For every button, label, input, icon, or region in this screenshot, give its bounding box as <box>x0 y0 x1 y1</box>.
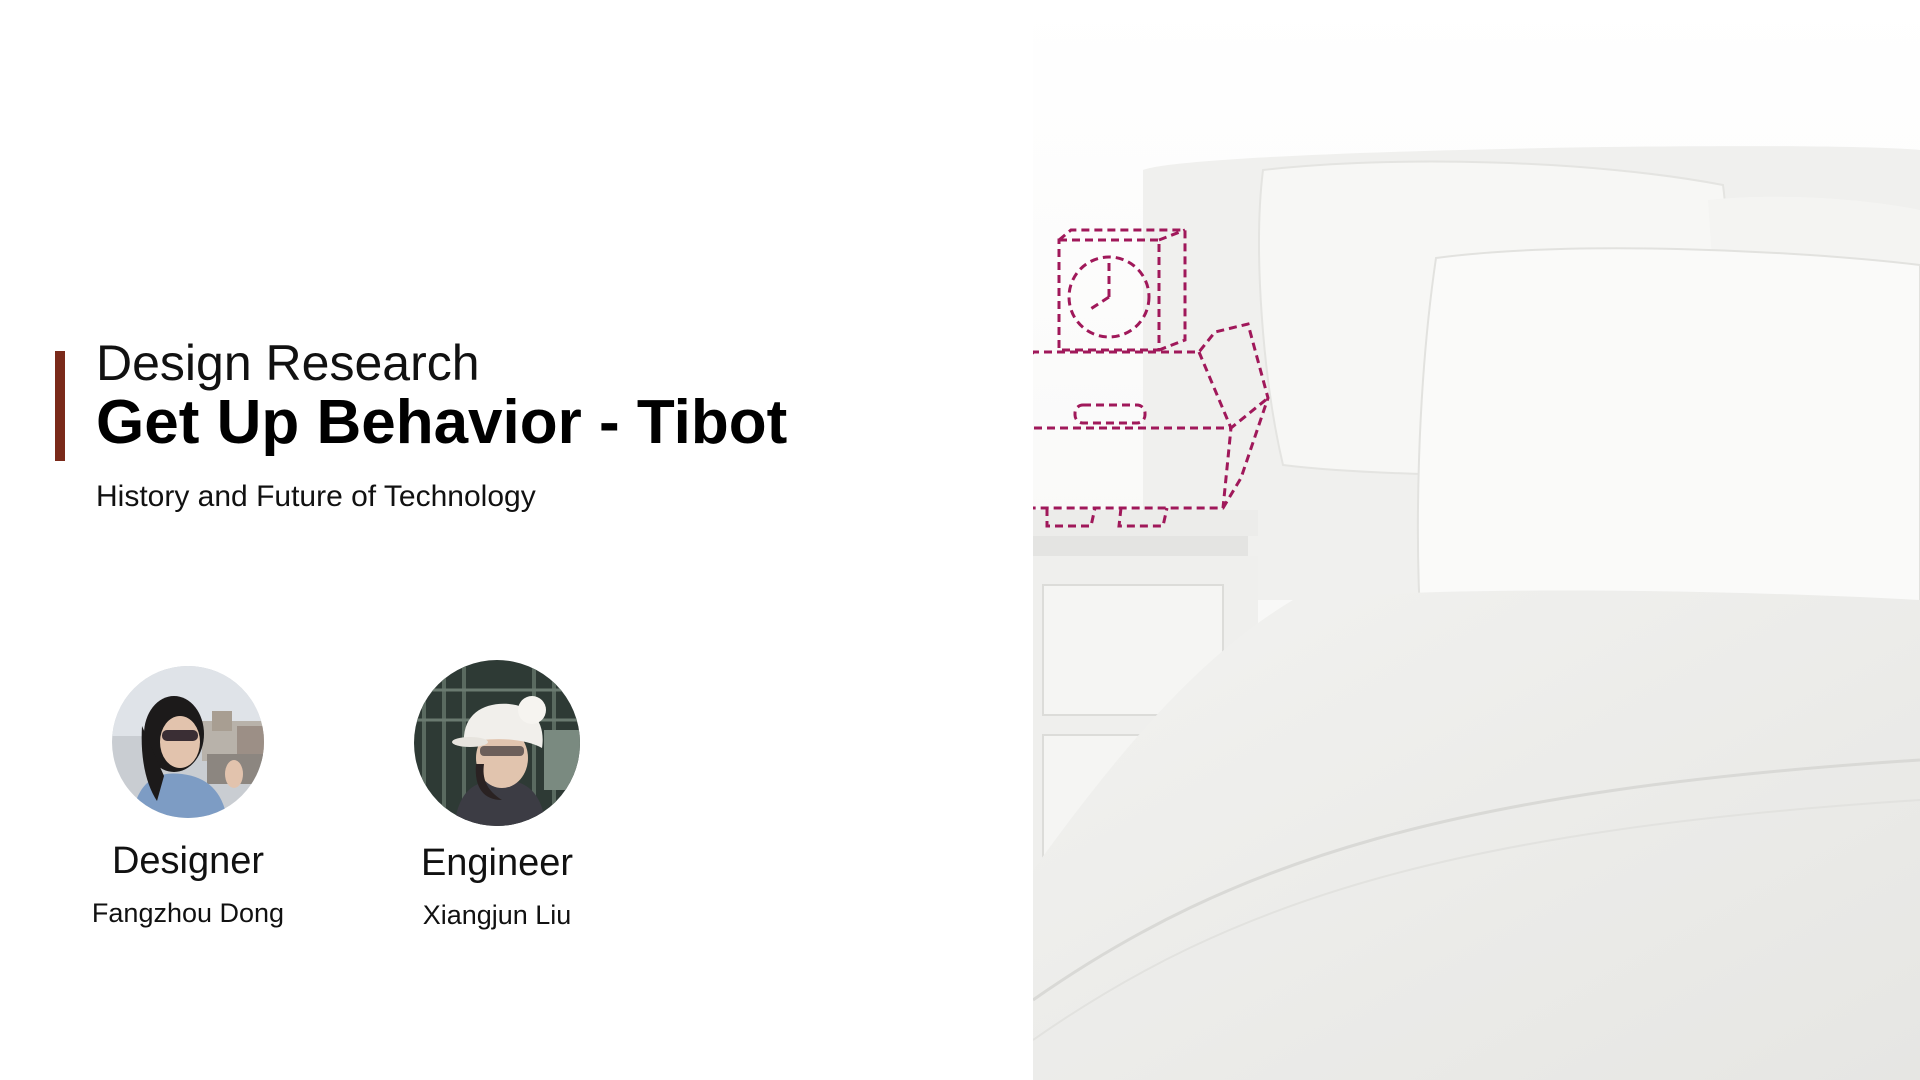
engineer-name: Xiangjun Liu <box>422 900 572 930</box>
avatar-designer <box>112 666 264 818</box>
engineer-role: Engineer <box>420 842 574 884</box>
title-slide: Design Research Get Up Behavior - Tibot … <box>0 0 1920 1080</box>
engineer-photo <box>414 660 580 826</box>
slide-subtitle: History and Future of Technology <box>96 480 536 513</box>
bedroom-photo <box>1006 0 1920 1080</box>
designer-name: Fangzhou Dong <box>91 898 285 928</box>
designer-photo <box>112 666 264 818</box>
accent-bar <box>55 351 65 461</box>
bed-illustration <box>1006 0 1920 1080</box>
avatar-engineer <box>414 660 580 826</box>
designer-role: Designer <box>111 840 265 882</box>
team-member-engineer: Engineer Xiangjun Liu <box>357 660 637 929</box>
slide-title: Get Up Behavior - Tibot <box>96 388 788 457</box>
team-member-designer: Designer Fangzhou Dong <box>48 666 328 927</box>
section-kicker: Design Research <box>96 335 480 391</box>
